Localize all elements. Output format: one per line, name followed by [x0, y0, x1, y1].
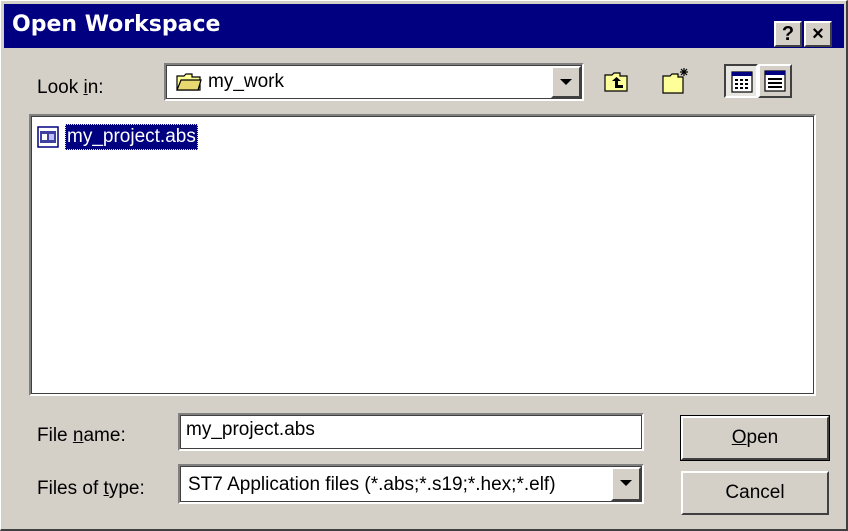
- look-in-dropdown[interactable]: my_work: [164, 63, 584, 101]
- close-button[interactable]: ×: [804, 21, 832, 47]
- open-workspace-dialog: Open Workspace ? × Look in: my_work my_p…: [0, 0, 848, 531]
- look-in-value: my_work: [208, 71, 285, 92]
- close-icon: ×: [812, 23, 824, 45]
- chevron-down-icon: [560, 79, 572, 85]
- details-view-icon: [764, 70, 786, 97]
- abs-file-icon: [37, 126, 59, 148]
- window-title: Open Workspace: [12, 12, 221, 37]
- list-view-icon: [731, 71, 753, 98]
- file-name-label: File name:: [37, 425, 126, 446]
- help-button[interactable]: ?: [774, 21, 802, 47]
- file-name-input[interactable]: my_project.abs: [178, 413, 644, 451]
- look-in-dropdown-button[interactable]: [551, 66, 581, 98]
- file-type-value: ST7 Application files (*.abs;*.s19;*.hex…: [188, 474, 556, 495]
- file-type-dropdown[interactable]: ST7 Application files (*.abs;*.s19;*.hex…: [178, 464, 644, 504]
- details-view-button[interactable]: [758, 64, 792, 98]
- file-list[interactable]: my_project.abs: [29, 114, 816, 396]
- new-folder-icon: [661, 66, 691, 101]
- file-type-dropdown-button[interactable]: [611, 467, 641, 501]
- look-in-label: Look in:: [37, 77, 104, 98]
- file-name-label: my_project.abs: [65, 124, 198, 150]
- open-button[interactable]: Open: [680, 415, 830, 461]
- help-icon: ?: [781, 23, 795, 45]
- file-type-label: Files of type:: [37, 478, 145, 499]
- up-one-level-button[interactable]: [599, 64, 633, 98]
- list-view-button[interactable]: [724, 64, 758, 98]
- create-new-folder-button[interactable]: [657, 64, 691, 98]
- chevron-down-icon: [620, 480, 632, 486]
- folder-icon: [176, 72, 202, 92]
- up-folder-icon: [603, 68, 629, 99]
- cancel-button[interactable]: Cancel: [681, 471, 829, 515]
- title-bar[interactable]: Open Workspace ? ×: [4, 4, 844, 48]
